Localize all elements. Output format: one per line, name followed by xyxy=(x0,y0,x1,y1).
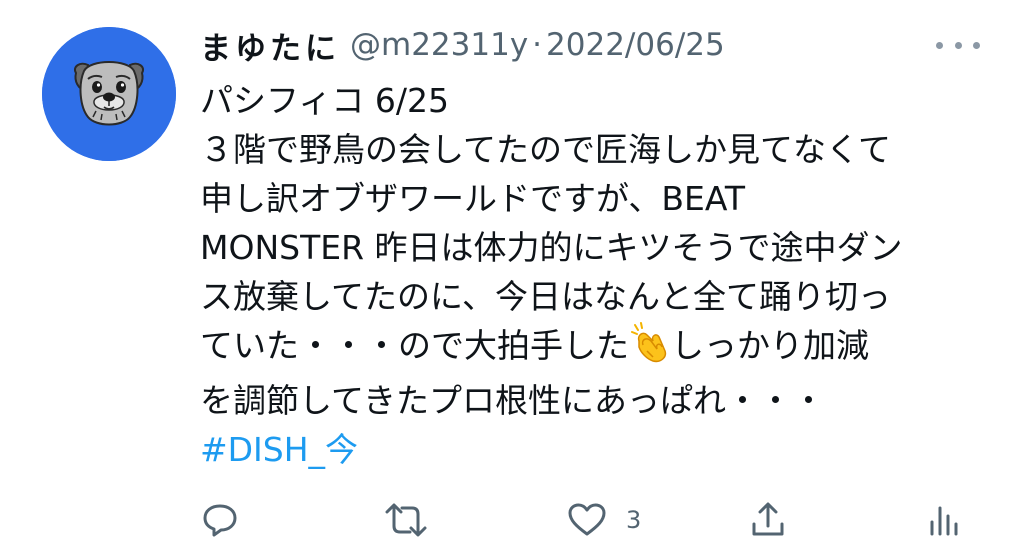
tweet-line: ていた・・・ので大拍手した しっかり加減 xyxy=(200,321,1000,376)
tweet-line-text: しっかり加減 xyxy=(671,326,869,365)
tweet-line: を調節してきたプロ根性にあっぱれ・・・ xyxy=(200,381,826,420)
tweet-line: ス放棄してたのに、今日はなんと全て踊り切っ xyxy=(200,277,892,316)
tweet: まゆたに @m22311y · 2022/06/25 パシフィコ 6/25 ３階… xyxy=(0,0,1024,557)
display-name[interactable]: まゆたに xyxy=(200,23,340,68)
dog-avatar-icon xyxy=(42,27,176,161)
tweet-line: パシフィコ 6/25 xyxy=(200,81,449,120)
like-button[interactable]: 3 xyxy=(566,492,641,548)
separator-dot: · xyxy=(532,27,543,63)
more-horizontal-icon xyxy=(936,41,943,49)
tweet-header: まゆたに @m22311y · 2022/06/25 xyxy=(200,22,725,68)
tweet-text: パシフィコ 6/25 ３階で野鳥の会してたので匠海しか見てなくて 申し訳オブザワ… xyxy=(200,76,1000,474)
share-button[interactable] xyxy=(748,492,788,548)
clapping-hands-icon xyxy=(629,321,671,376)
share-icon xyxy=(752,502,784,536)
tweet-line-text: ていた・・・ので大拍手した xyxy=(200,326,629,365)
tweet-date[interactable]: 2022/06/25 xyxy=(546,27,725,63)
tweet-line: ３階で野鳥の会してたので匠海しか見てなくて xyxy=(200,130,892,169)
hashtag-link[interactable]: #DISH_今 xyxy=(200,425,1000,474)
more-options-button[interactable] xyxy=(936,30,980,60)
tweet-line: 申し訳オブザワールドですが、BEAT xyxy=(200,179,746,218)
heart-icon xyxy=(568,503,606,536)
avatar[interactable] xyxy=(42,27,176,161)
tweet-line: MONSTER 昨日は体力的にキツそうで途中ダン xyxy=(200,228,903,267)
reply-button[interactable] xyxy=(200,492,240,548)
retweet-icon xyxy=(385,503,427,537)
retweet-button[interactable] xyxy=(383,492,429,548)
like-count: 3 xyxy=(626,506,642,534)
more-horizontal-icon-dot xyxy=(973,41,980,49)
analytics-button[interactable] xyxy=(926,492,966,548)
user-handle[interactable]: @m22311y xyxy=(350,27,528,63)
more-horizontal-icon-dot xyxy=(954,41,962,49)
reply-icon xyxy=(203,504,237,537)
analytics-icon xyxy=(930,506,958,536)
tweet-actions: 3 xyxy=(0,492,1024,548)
